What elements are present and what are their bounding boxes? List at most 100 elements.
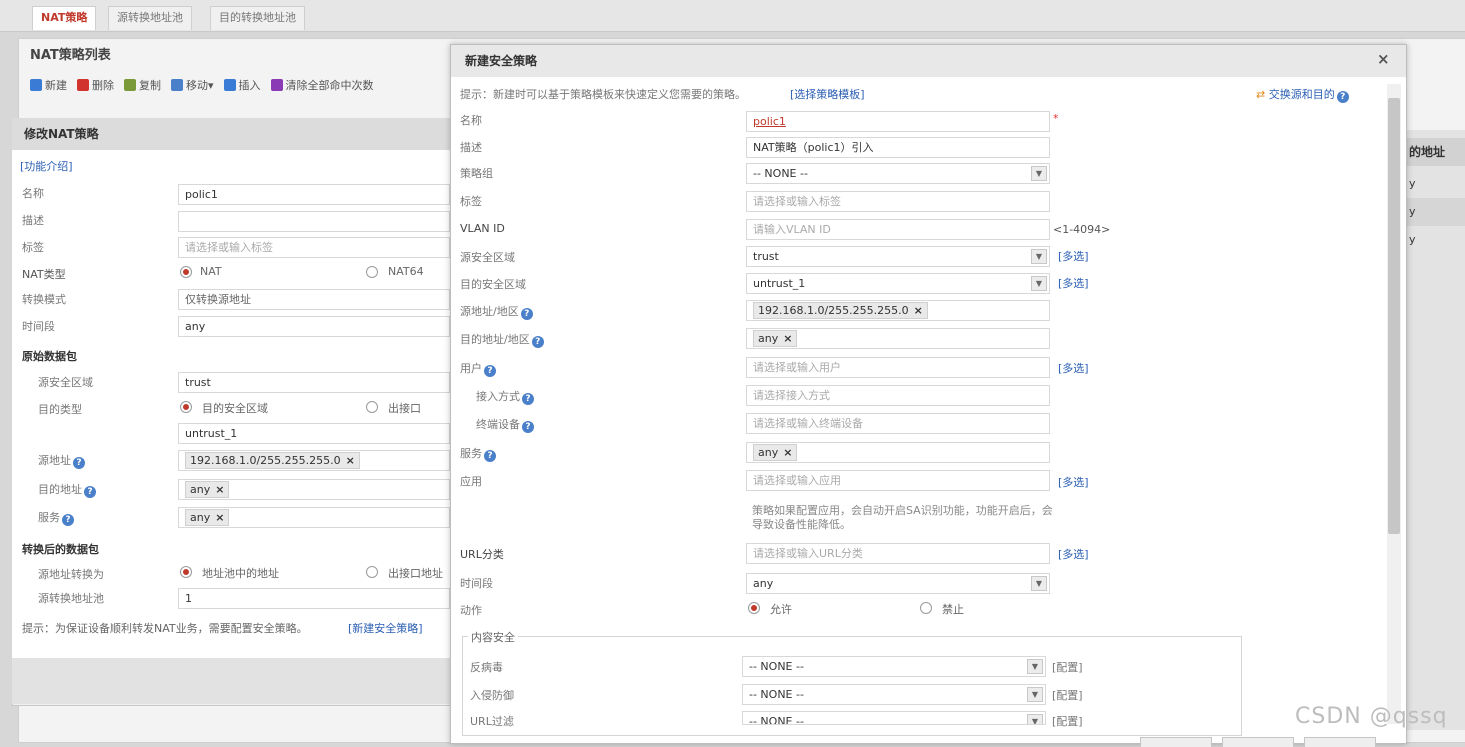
dialog-button-bar [1140, 737, 1376, 747]
delete-button[interactable]: 删除 [77, 77, 114, 93]
tag-field[interactable]: 请选择或输入标签 [178, 237, 450, 258]
url-filter-label: URL过滤 [470, 715, 514, 728]
dst-addr-field[interactable]: any × [178, 479, 450, 500]
remove-tag-icon[interactable]: × [215, 483, 224, 496]
vlan-field[interactable]: 请输入VLAN ID [746, 219, 1050, 240]
pool-addr-radio[interactable] [180, 566, 192, 578]
insert-button[interactable]: 插入 [223, 77, 261, 93]
dst-addr-label: 目的地址? [38, 481, 96, 498]
help-icon[interactable]: ? [484, 365, 496, 377]
src-zone-select[interactable]: trust ▼ [746, 246, 1050, 267]
src-zone-multiselect[interactable]: [多选] [1058, 248, 1089, 264]
pool-select[interactable]: 1 [178, 588, 450, 609]
remove-tag-icon[interactable]: × [346, 454, 355, 467]
clear-hits-button[interactable]: 清除全部命中次数 [270, 77, 374, 93]
tab-source-pool[interactable]: 源转换地址池 [108, 6, 192, 30]
swap-icon: ⇄ [1256, 88, 1266, 101]
feature-intro-link[interactable]: [功能介绍] [20, 158, 73, 174]
ips-select[interactable]: -- NONE -- ▼ [742, 684, 1046, 705]
swap-src-dst-link[interactable]: ⇄ 交换源和目的? [1256, 86, 1349, 103]
table-row[interactable]: y [1405, 198, 1465, 226]
desc-field[interactable] [178, 211, 450, 232]
tab-destination-pool[interactable]: 目的转换地址池 [210, 6, 305, 30]
mode-select[interactable]: 仅转换源地址 [178, 289, 450, 310]
name-label: 名称 [22, 187, 44, 200]
dst-addr-field[interactable]: any × [746, 328, 1050, 349]
allow-radio[interactable] [748, 602, 760, 614]
dst-zone-radio[interactable] [180, 401, 192, 413]
policy-group-select[interactable]: -- NONE -- ▼ [746, 163, 1050, 184]
dst-zone-select[interactable]: untrust_1 ▼ [746, 273, 1050, 294]
new-security-policy-link[interactable]: [新建安全策略] [348, 620, 423, 636]
help-icon[interactable]: ? [520, 308, 533, 320]
antivirus-select[interactable]: -- NONE -- ▼ [742, 656, 1046, 677]
url-filter-config-link[interactable]: [配置] [1052, 713, 1083, 729]
cancel-button[interactable] [1304, 737, 1376, 747]
time-select[interactable]: any ▼ [746, 573, 1050, 594]
service-field[interactable]: any × [178, 507, 450, 528]
out-if-addr-radio[interactable] [366, 566, 378, 578]
move-button[interactable]: 移动▾ [171, 77, 214, 93]
src-addr-tag: 192.168.1.0/255.255.255.0 × [753, 302, 928, 319]
nat-type-label: NAT类型 [22, 268, 66, 281]
chevron-down-icon: ▼ [1027, 659, 1043, 674]
app-multiselect[interactable]: [多选] [1058, 474, 1089, 490]
ok-button[interactable] [1140, 737, 1212, 747]
url-filter-select[interactable]: -- NONE -- ▼ [742, 711, 1046, 725]
scrollbar-thumb[interactable] [1388, 98, 1400, 534]
app-field[interactable]: 请选择或输入应用 [746, 470, 1050, 491]
src-addr-field[interactable]: 192.168.1.0/255.255.255.0 × [746, 300, 1050, 321]
help-icon[interactable]: ? [522, 421, 534, 433]
ips-config-link[interactable]: [配置] [1052, 687, 1083, 703]
url-multiselect[interactable]: [多选] [1058, 546, 1089, 562]
policy-desc-field[interactable]: NAT策略（polic1）引入 [746, 137, 1050, 158]
help-icon[interactable]: ? [62, 514, 74, 526]
deny-radio[interactable] [920, 602, 932, 614]
copy-button[interactable]: 复制 [124, 77, 161, 93]
antivirus-config-link[interactable]: [配置] [1052, 659, 1083, 675]
user-field[interactable]: 请选择或输入用户 [746, 357, 1050, 378]
apply-button[interactable] [1222, 737, 1294, 747]
access-field[interactable]: 请选择接入方式 [746, 385, 1050, 406]
dst-zone-radio-label: 目的安全区域 [202, 402, 268, 415]
remove-tag-icon[interactable]: × [783, 446, 792, 459]
close-icon[interactable]: × [1377, 50, 1390, 68]
select-template-link[interactable]: [选择策略模板] [790, 86, 865, 102]
time-select[interactable]: any [178, 316, 450, 337]
src-zone-label: 源安全区域 [460, 251, 515, 264]
remove-tag-icon[interactable]: × [783, 332, 792, 345]
help-icon[interactable]: ? [73, 457, 85, 469]
help-icon[interactable]: ? [1336, 91, 1349, 103]
name-field[interactable]: polic1 [178, 184, 450, 205]
user-multiselect[interactable]: [多选] [1058, 360, 1089, 376]
app-label: 应用 [460, 475, 482, 488]
help-icon[interactable]: ? [84, 486, 96, 498]
help-icon[interactable]: ? [484, 450, 496, 462]
tag-field[interactable]: 请选择或输入标签 [746, 191, 1050, 212]
remove-tag-icon[interactable]: × [914, 304, 923, 317]
src-addr-label: 源地址? [38, 452, 85, 469]
out-interface-radio[interactable] [366, 401, 378, 413]
help-icon[interactable]: ? [522, 393, 534, 405]
table-row[interactable]: y [1405, 170, 1465, 198]
nat64-radio[interactable] [366, 266, 378, 278]
url-field[interactable]: 请选择或输入URL分类 [746, 543, 1050, 564]
service-label: 服务? [38, 509, 74, 526]
nat-radio[interactable] [180, 266, 192, 278]
help-icon[interactable]: ? [531, 336, 544, 348]
dst-zone-multiselect[interactable]: [多选] [1058, 275, 1089, 291]
remove-tag-icon[interactable]: × [215, 511, 224, 524]
terminal-field[interactable]: 请选择或输入终端设备 [746, 413, 1050, 434]
service-field[interactable]: any × [746, 442, 1050, 463]
dst-addr-label: 目的地址/地区? [460, 331, 544, 348]
src-zone-select[interactable]: trust [178, 372, 450, 393]
policy-name-field[interactable]: polic1 [746, 111, 1050, 132]
tab-nat-policy[interactable]: NAT策略 [32, 6, 97, 30]
deny-radio-label: 禁止 [942, 603, 964, 616]
src-zone-label: 源安全区域 [38, 376, 93, 389]
vlan-range: <1-4094> [1053, 223, 1111, 236]
dst-zone-select[interactable]: untrust_1 [178, 423, 450, 444]
src-addr-field[interactable]: 192.168.1.0/255.255.255.0 × [178, 450, 450, 471]
table-row[interactable]: y [1405, 226, 1465, 254]
new-button[interactable]: 新建 [30, 77, 67, 93]
